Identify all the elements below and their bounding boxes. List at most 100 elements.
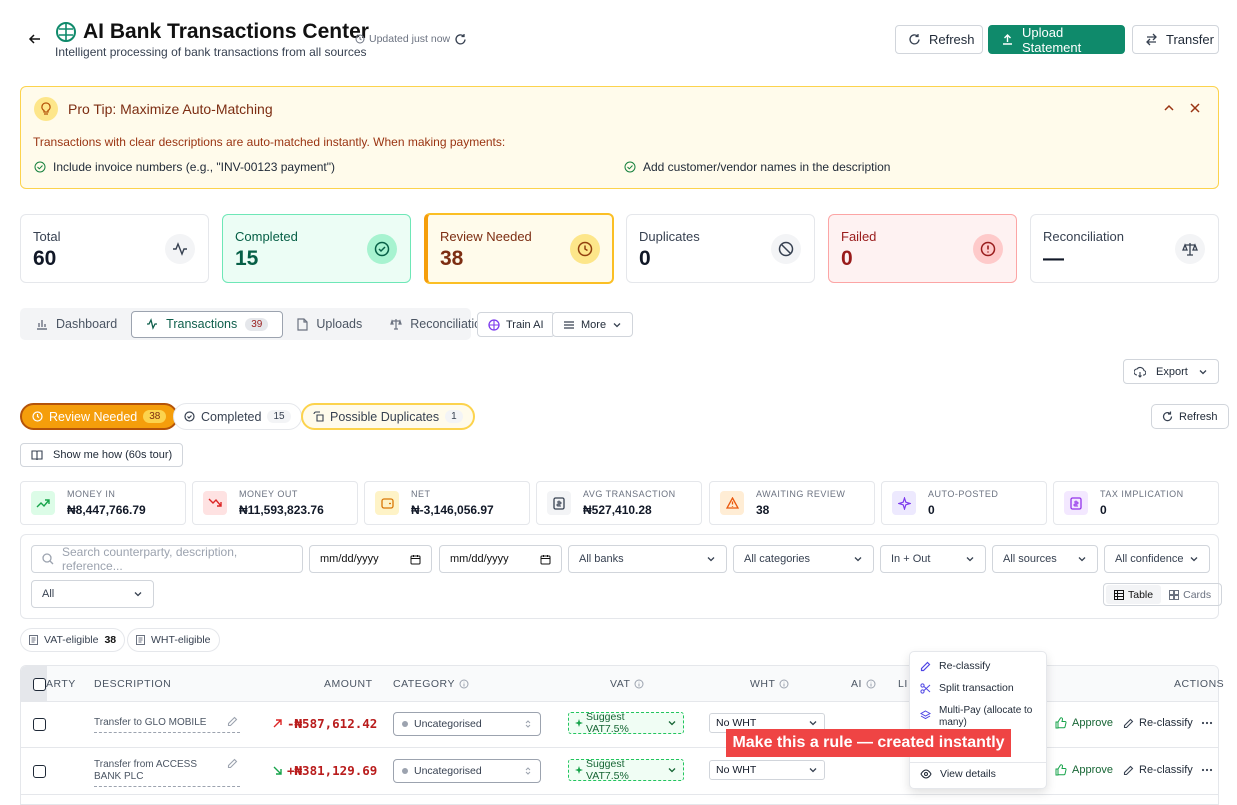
brain-icon: [55, 21, 77, 43]
back-arrow-icon[interactable]: [28, 32, 42, 46]
chevron-down-icon: [1198, 367, 1208, 377]
warning-icon: [720, 491, 744, 515]
export-button[interactable]: Export: [1123, 359, 1219, 384]
banks-select[interactable]: All banks: [568, 545, 727, 573]
updated-status: Updated just now: [355, 33, 450, 45]
column-header-wht[interactable]: WHT: [750, 678, 789, 690]
filter-review-needed[interactable]: Review Needed 38: [20, 403, 179, 430]
info-icon: [459, 679, 469, 689]
menu-item-split[interactable]: Split transaction: [910, 682, 1024, 694]
lightbulb-icon: [34, 97, 58, 121]
tour-button[interactable]: Show me how (60s tour): [20, 443, 184, 467]
tab-uploads[interactable]: Uploads: [283, 311, 376, 338]
approve-button[interactable]: Approve: [1055, 764, 1113, 776]
row-description[interactable]: Transfer from ACCESS BANK PLC: [94, 759, 240, 787]
more-horizontal-icon[interactable]: [1201, 764, 1213, 776]
export-label: Export: [1156, 365, 1188, 378]
menu-item-view-details[interactable]: View details: [910, 768, 1006, 780]
category-select[interactable]: Uncategorised: [393, 712, 541, 736]
tab-transactions[interactable]: Transactions 39: [131, 310, 284, 338]
metric-money-in: Money In ₦8,447,766.79: [20, 481, 186, 525]
refresh-button[interactable]: Refresh: [895, 25, 983, 54]
more-dropdown[interactable]: More: [552, 312, 634, 337]
thumbs-up-icon: [1055, 764, 1067, 776]
stat-label: Completed: [235, 229, 298, 244]
stat-reconciliation[interactable]: Reconciliation —: [1030, 214, 1219, 283]
search-input[interactable]: Search counterparty, description, refere…: [31, 545, 303, 573]
cards-view-button[interactable]: Cards: [1161, 585, 1219, 604]
wht-value: No WHT: [716, 764, 757, 776]
row-description[interactable]: Transfer to GLO MOBILE: [94, 717, 240, 733]
tab-dashboard[interactable]: Dashboard: [22, 311, 131, 338]
chevron-up-icon[interactable]: [1163, 102, 1175, 114]
stat-duplicates[interactable]: Duplicates 0: [626, 214, 815, 283]
tip-item-names: Add customer/vendor names in the descrip…: [624, 160, 890, 174]
column-header-li[interactable]: LI: [898, 678, 908, 690]
direction-select[interactable]: In + Out: [880, 545, 986, 573]
grid-icon: [1169, 589, 1180, 600]
tab-label: Dashboard: [56, 317, 118, 331]
train-ai-button[interactable]: Train AI: [477, 312, 555, 337]
transfer-button[interactable]: Transfer: [1132, 25, 1219, 54]
edit-icon[interactable]: [227, 716, 238, 727]
scale-icon: [390, 318, 403, 330]
approve-button[interactable]: Approve: [1055, 717, 1113, 729]
category-value: Uncategorised: [414, 765, 482, 777]
filter-count: 15: [267, 410, 291, 423]
refresh-list-button[interactable]: Refresh: [1151, 404, 1229, 429]
metric-label: Money Out: [239, 489, 298, 499]
check-circle-icon: [367, 234, 397, 264]
row-checkbox[interactable]: [33, 718, 46, 731]
filter-panel: Search counterparty, description, refere…: [20, 534, 1223, 619]
column-header-vat[interactable]: VAT: [610, 678, 644, 690]
reclassify-label: Re-classify: [1139, 717, 1193, 729]
column-header-actions[interactable]: ACTIONS: [1174, 678, 1224, 690]
column-header-party[interactable]: ARTY: [46, 678, 76, 690]
menu-label: Re-classify: [939, 660, 991, 672]
wht-select[interactable]: No WHT: [709, 760, 825, 780]
upload-statement-button[interactable]: Upload Statement: [988, 25, 1125, 55]
ban-icon: [771, 234, 801, 264]
status-select[interactable]: All: [31, 580, 154, 608]
table-view-button[interactable]: Table: [1106, 585, 1162, 604]
upload-icon: [1001, 33, 1014, 46]
reload-icon[interactable]: [454, 33, 467, 46]
tag-wht-eligible[interactable]: WHT-eligible: [127, 628, 220, 652]
stat-total[interactable]: Total 60: [20, 214, 209, 283]
metric-awaiting-review: Awaiting Review 38: [709, 481, 875, 525]
column-header-category[interactable]: CATEGORY: [393, 678, 469, 690]
menu-item-multipay[interactable]: Multi-Pay (allocate to many): [910, 705, 1049, 729]
date-from-input[interactable]: mm/dd/yyyy: [309, 545, 432, 573]
column-header-description[interactable]: DESCRIPTION: [94, 678, 171, 690]
stat-completed[interactable]: Completed 15: [222, 214, 411, 283]
status-dot: [402, 768, 408, 774]
close-icon[interactable]: [1189, 102, 1201, 114]
select-all-checkbox[interactable]: [33, 678, 46, 691]
stat-label: Reconciliation: [1043, 229, 1124, 244]
column-header-ai[interactable]: AI: [851, 678, 876, 690]
column-header-amount[interactable]: AMOUNT: [324, 678, 373, 690]
categories-select[interactable]: All categories: [733, 545, 874, 573]
filter-possible-duplicates[interactable]: Possible Duplicates 1: [301, 403, 475, 430]
filter-completed[interactable]: Completed 15: [173, 403, 302, 430]
metric-value: ₦11,593,823.76: [239, 503, 324, 517]
sources-select[interactable]: All sources: [992, 545, 1098, 573]
vat-suggestion-button[interactable]: Suggest VAT7.5%: [568, 758, 684, 782]
info-icon: [634, 679, 644, 689]
info-icon: [779, 679, 789, 689]
stat-failed[interactable]: Failed 0: [828, 214, 1017, 283]
edit-icon[interactable]: [227, 758, 238, 769]
reclassify-button[interactable]: Re-classify: [1123, 764, 1193, 776]
row-checkbox[interactable]: [33, 765, 46, 778]
sort-chevrons-icon: [524, 719, 532, 729]
tag-vat-eligible[interactable]: VAT-eligible 38: [20, 628, 126, 652]
more-horizontal-icon[interactable]: [1201, 717, 1213, 729]
category-select[interactable]: Uncategorised: [393, 759, 541, 783]
stat-review-needed[interactable]: Review Needed 38: [424, 213, 614, 284]
menu-item-reclassify[interactable]: Re-classify: [910, 660, 1000, 672]
header-label: VAT: [610, 678, 631, 690]
confidence-select[interactable]: All confidence: [1104, 545, 1210, 573]
date-to-input[interactable]: mm/dd/yyyy: [439, 545, 562, 573]
vat-suggestion-button[interactable]: Suggest VAT7.5%: [568, 711, 684, 735]
reclassify-button[interactable]: Re-classify: [1123, 717, 1193, 729]
